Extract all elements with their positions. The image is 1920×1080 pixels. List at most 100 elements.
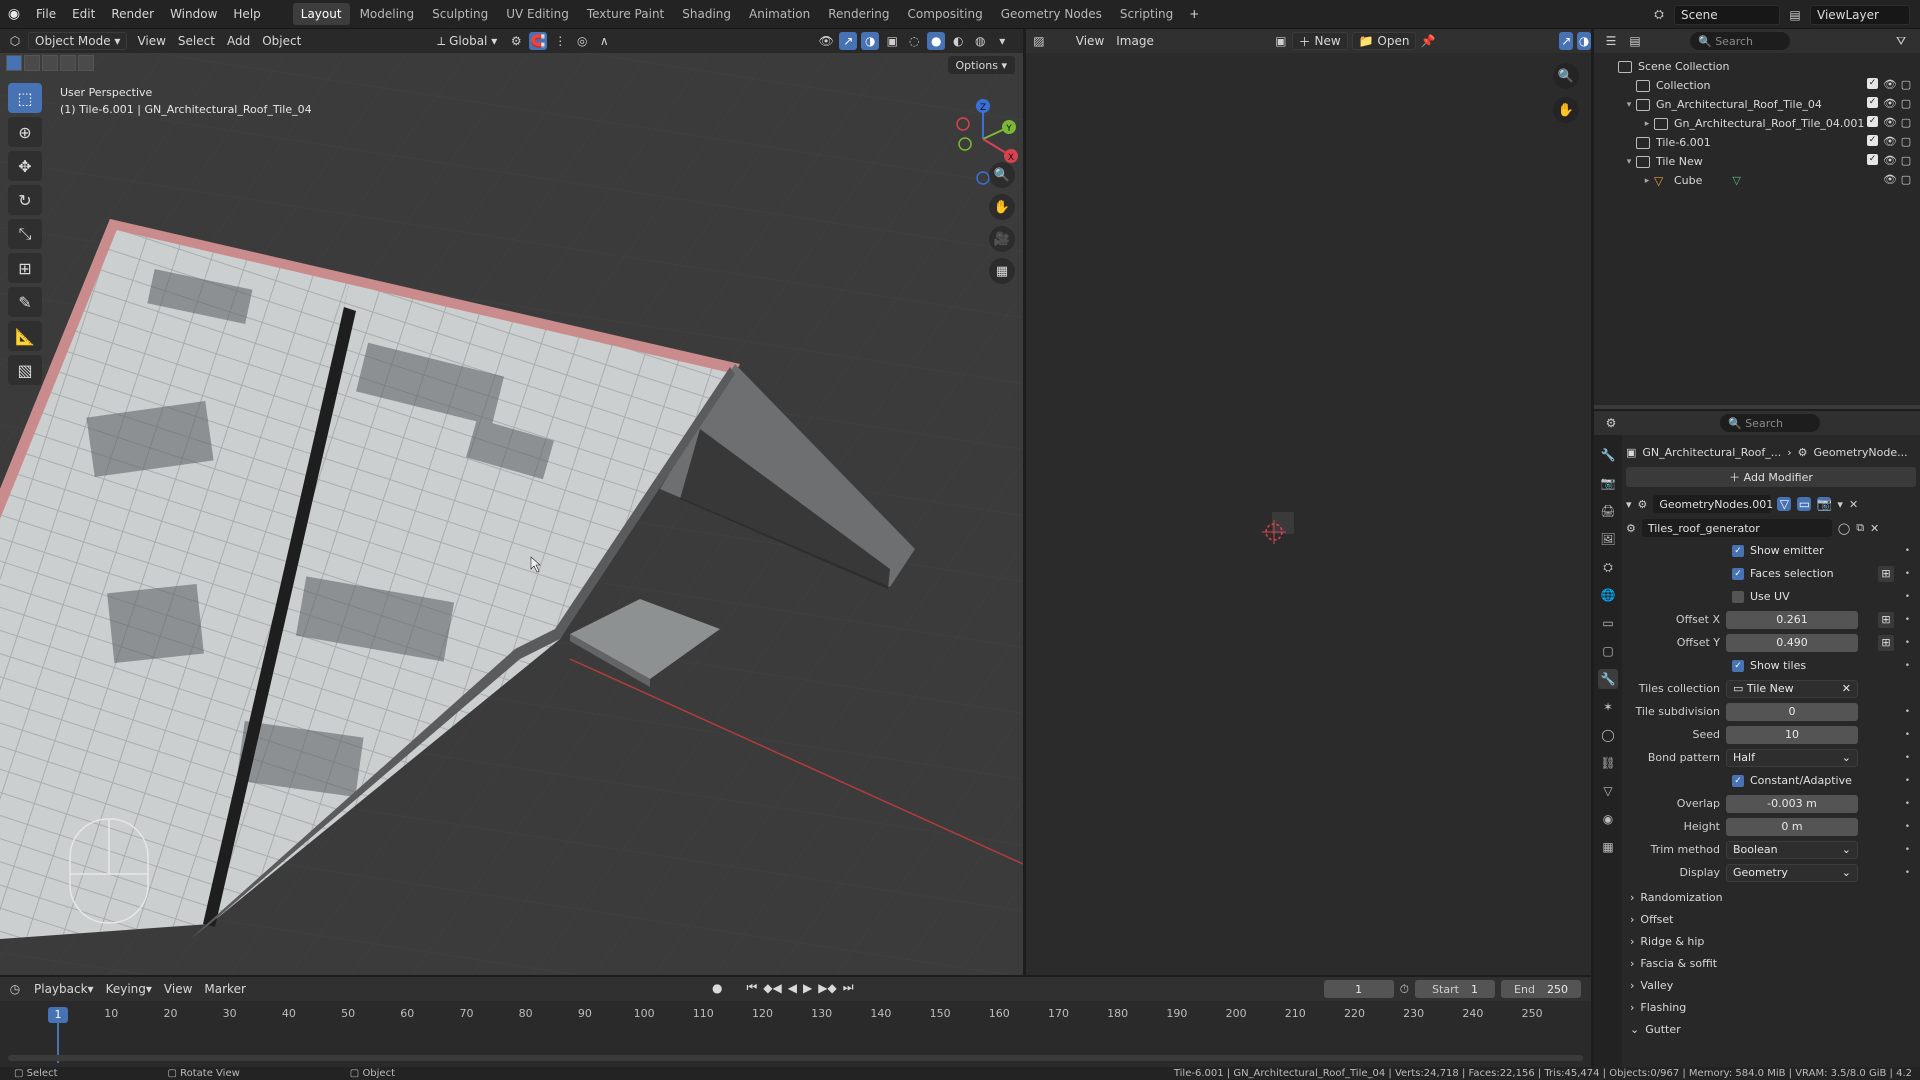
constant-adaptive-checkbox[interactable]: ✓ bbox=[1732, 774, 1744, 787]
pivot-icon[interactable]: ⚙ bbox=[507, 32, 525, 50]
keyframe-dot-icon[interactable]: • bbox=[1905, 569, 1910, 579]
image-pan-icon[interactable]: ✋ bbox=[1553, 97, 1579, 123]
view-layer-selector[interactable]: ViewLayer bbox=[1810, 4, 1910, 25]
collection-tab-icon[interactable]: ▭ bbox=[1598, 613, 1618, 633]
keyframe-dot-icon[interactable]: • bbox=[1905, 730, 1910, 740]
timeline[interactable]: ◷ Playback ▾ Keying ▾ View Marker ● ⏮ ◆◀ ◀ … bbox=[0, 977, 1591, 1067]
tile-subdivision-field[interactable]: 0 bbox=[1726, 702, 1858, 721]
collapsed-icon[interactable]: ▸ bbox=[1640, 176, 1654, 186]
falloff-icon[interactable]: ∧ bbox=[595, 32, 613, 50]
keyframe-dot-icon[interactable]: • bbox=[1905, 822, 1910, 832]
viewport-menu-object[interactable]: Object bbox=[256, 32, 307, 50]
tool-tab-icon[interactable]: 🔧 bbox=[1598, 445, 1618, 465]
menu-help[interactable]: Help bbox=[225, 7, 268, 21]
camera-icon[interactable]: ▢ bbox=[1900, 173, 1912, 186]
eye-icon[interactable]: 👁 bbox=[1883, 135, 1897, 148]
pan-hand-icon[interactable]: ✋ bbox=[989, 194, 1015, 220]
image-mode-icon[interactable]: ▣ bbox=[1274, 32, 1288, 50]
tab-geometry-nodes[interactable]: Geometry Nodes bbox=[993, 3, 1110, 25]
add-workspace-icon[interactable]: + bbox=[1181, 7, 1207, 21]
tab-compositing[interactable]: Compositing bbox=[899, 3, 990, 25]
attribute-toggle-icon[interactable]: ⊞ bbox=[1878, 565, 1894, 582]
camera-icon[interactable]: ▢ bbox=[1900, 135, 1912, 148]
end-frame-field[interactable]: End 250 bbox=[1501, 980, 1581, 998]
xray-icon[interactable]: ▣ bbox=[883, 32, 901, 50]
collapse-icon[interactable]: ▾ bbox=[1626, 498, 1632, 511]
unlink-icon[interactable]: ✕ bbox=[1870, 522, 1879, 535]
camera-icon[interactable]: ▢ bbox=[1900, 78, 1912, 91]
open-image-button[interactable]: 📁 Open bbox=[1351, 32, 1417, 50]
shading-rendered-icon[interactable]: ◍ bbox=[971, 32, 989, 50]
image-menu-image[interactable]: Image bbox=[1110, 32, 1160, 50]
view-layer-icon[interactable]: ▤ bbox=[1786, 6, 1804, 24]
timeline-scrollbar[interactable] bbox=[8, 1055, 1583, 1061]
shading-options-icon[interactable]: ▾ bbox=[993, 32, 1011, 50]
duplicate-icon[interactable]: ⧉ bbox=[1856, 521, 1864, 535]
panel-flashing[interactable]: › Flashing bbox=[1626, 996, 1916, 1018]
new-image-button[interactable]: ＋ New bbox=[1291, 32, 1348, 50]
panel-gutter[interactable]: ⌄ Gutter bbox=[1626, 1018, 1916, 1040]
add-modifier-button[interactable]: ＋ Add Modifier bbox=[1626, 467, 1916, 487]
ie-overlay-icon[interactable]: ◑ bbox=[1577, 32, 1591, 50]
offset-y-field[interactable]: 0.490 bbox=[1726, 633, 1858, 652]
scene-icon[interactable]: ⛭ bbox=[1650, 6, 1668, 24]
timeline-menu-marker[interactable]: Marker bbox=[198, 980, 251, 998]
outliner-scrollbar[interactable] bbox=[1594, 405, 1920, 409]
object-tab-icon[interactable]: ▢ bbox=[1598, 641, 1618, 661]
keyframe-dot-icon[interactable]: • bbox=[1905, 638, 1910, 648]
faces-selection-checkbox[interactable]: ✓ bbox=[1732, 567, 1744, 580]
outliner-row[interactable]: ▸ Gn_Architectural_Roof_Tile_04.001 ✓ 👁 ▢ bbox=[1594, 114, 1920, 133]
scale-tool-icon[interactable]: ⤡ bbox=[8, 219, 42, 249]
camera-icon[interactable]: ▢ bbox=[1900, 116, 1912, 129]
add-cube-tool-icon[interactable]: ▧ bbox=[8, 355, 42, 385]
select-invert-icon[interactable] bbox=[60, 55, 76, 71]
offset-x-field[interactable]: 0.261 bbox=[1726, 610, 1858, 629]
tiles-collection-field[interactable]: ▭ Tile New ✕ bbox=[1726, 679, 1858, 698]
outliner-row[interactable]: Collection ✓ 👁 ▢ bbox=[1594, 76, 1920, 95]
menu-window[interactable]: Window bbox=[162, 7, 225, 21]
camera-icon[interactable]: ▢ bbox=[1900, 97, 1912, 110]
jump-start-icon[interactable]: ⏮ bbox=[746, 980, 757, 995]
keyframe-dot-icon[interactable]: • bbox=[1905, 592, 1910, 602]
current-frame-field[interactable]: 1 bbox=[1323, 980, 1394, 998]
overlay-toggle-icon[interactable]: ◑ bbox=[861, 32, 880, 50]
menu-edit[interactable]: Edit bbox=[64, 7, 103, 21]
shading-solid-icon[interactable]: ● bbox=[927, 32, 946, 50]
tab-sculpting[interactable]: Sculpting bbox=[424, 3, 496, 25]
shading-wireframe-icon[interactable]: ◌ bbox=[905, 32, 923, 50]
bond-pattern-dropdown[interactable]: Half ⌄ bbox=[1726, 748, 1858, 767]
gizmo-toggle-icon[interactable]: ↗ bbox=[839, 32, 858, 50]
display-dropdown[interactable]: Geometry ⌄ bbox=[1726, 863, 1858, 882]
image-editor-type-icon[interactable]: ▨ bbox=[1032, 32, 1046, 50]
jump-keyframe-back-icon[interactable]: ◆◀ bbox=[763, 981, 781, 995]
measure-tool-icon[interactable]: 📐 bbox=[8, 321, 42, 351]
show-tiles-checkbox[interactable]: ✓ bbox=[1732, 659, 1744, 672]
include-checkbox[interactable]: ✓ bbox=[1867, 135, 1878, 146]
modifier-name-field[interactable]: GeometryNodes.001 bbox=[1653, 495, 1773, 513]
keyframe-dot-icon[interactable]: • bbox=[1905, 845, 1910, 855]
expanded-icon[interactable]: ▾ bbox=[1622, 157, 1636, 167]
snap-target-icon[interactable]: ⋮ bbox=[551, 32, 569, 50]
jump-end-icon[interactable]: ⏭ bbox=[843, 980, 854, 995]
ie-gizmo-icon[interactable]: ↗ bbox=[1559, 32, 1574, 50]
viewport-display-icon[interactable]: ▭ bbox=[1797, 497, 1812, 511]
rotate-tool-icon[interactable]: ↻ bbox=[8, 185, 42, 215]
timeline-menu-view[interactable]: View bbox=[158, 980, 198, 998]
tab-animation[interactable]: Animation bbox=[741, 3, 818, 25]
texture-tab-icon[interactable]: ▦ bbox=[1598, 837, 1618, 857]
outliner-row[interactable]: ▾ Tile New ✓ 👁 ▢ bbox=[1594, 152, 1920, 171]
keyframe-dot-icon[interactable]: • bbox=[1905, 776, 1910, 786]
timeline-type-icon[interactable]: ◷ bbox=[6, 980, 24, 998]
fake-user-icon[interactable]: ◯ bbox=[1838, 522, 1850, 535]
keyframe-dot-icon[interactable]: • bbox=[1905, 546, 1910, 556]
tab-rendering[interactable]: Rendering bbox=[820, 3, 897, 25]
menu-file[interactable]: File bbox=[28, 7, 64, 21]
outliner[interactable]: ☰ ▤ 🔍 Search ⛛ Scene Collection Collectio… bbox=[1594, 29, 1920, 409]
editor-type-icon[interactable]: ⬡ bbox=[6, 32, 24, 50]
tab-modeling[interactable]: Modeling bbox=[352, 3, 423, 25]
zoom-icon[interactable]: 🔍 bbox=[989, 162, 1015, 188]
image-menu-view[interactable]: View bbox=[1070, 32, 1110, 50]
eye-icon[interactable]: 👁 bbox=[1883, 97, 1897, 110]
eye-icon[interactable]: 👁 bbox=[1883, 154, 1897, 167]
scene-tab-icon[interactable]: ⛭ bbox=[1598, 557, 1618, 577]
